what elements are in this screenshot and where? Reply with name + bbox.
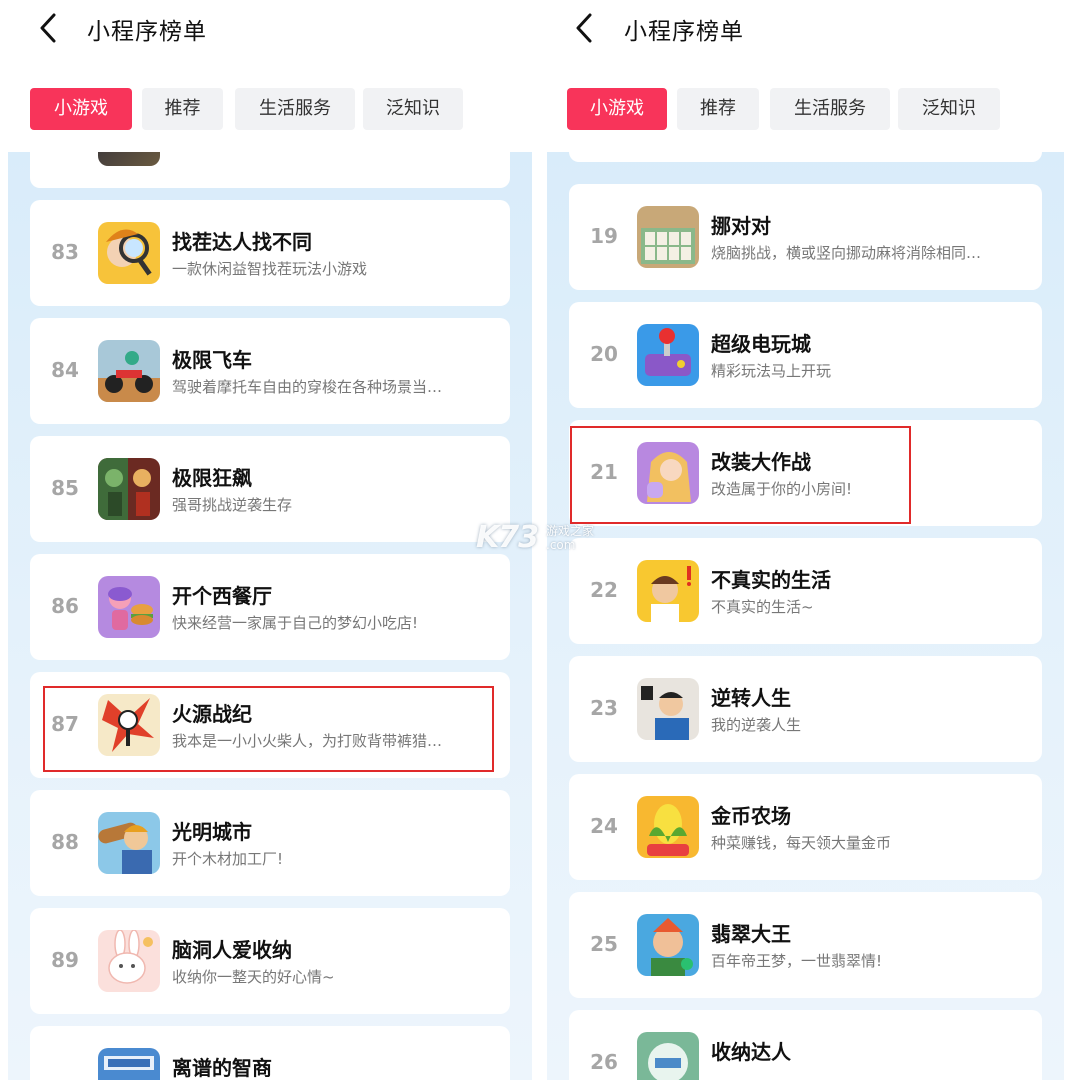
tab-life-services[interactable]: 生活服务 <box>235 88 355 130</box>
highlight-box <box>43 686 494 772</box>
app-desc: 收纳你一整天的好心情~ <box>172 968 335 986</box>
list-item[interactable]: 23 逆转人生 我的逆袭人生 <box>569 656 1042 762</box>
app-desc: 开个木材加工厂! <box>172 850 284 868</box>
app-name: 超级电玩城 <box>711 332 811 356</box>
rank-number: 22 <box>590 578 618 602</box>
app-name: 收纳达人 <box>711 1040 791 1064</box>
rank-number: 26 <box>590 1050 618 1074</box>
app-desc: 一款休闲益智找茬玩法小游戏 <box>172 260 368 278</box>
app-name: 光明城市 <box>172 820 252 844</box>
list-item[interactable]: 离谱的智商 <box>30 1026 510 1080</box>
ranking-list[interactable]: 83 找茬达人找不同 一款休闲益智找茬玩法小游戏 84 极限飞车 驾驶着摩托车自… <box>8 152 532 1080</box>
app-name: 极限飞车 <box>172 348 252 372</box>
rank-number: 19 <box>590 224 618 248</box>
app-desc: 精彩玩法马上开玩 <box>711 362 832 380</box>
list-item[interactable]: 83 找茬达人找不同 一款休闲益智找茬玩法小游戏 <box>30 200 510 306</box>
app-name: 金币农场 <box>711 804 791 828</box>
chevron-left-icon <box>576 13 592 43</box>
list-item[interactable]: 25 翡翠大王 百年帝王梦，一世翡翠情! <box>569 892 1042 998</box>
rank-number: 23 <box>590 696 618 720</box>
page-title: 小程序榜单 <box>624 19 744 45</box>
lumberjack-icon <box>98 812 160 874</box>
app-desc: 我的逆袭人生 <box>711 716 802 734</box>
header: 小程序榜单 <box>540 0 1080 60</box>
app-desc: 种菜赚钱，每天领大量金币 <box>711 834 892 852</box>
rank-number: 89 <box>51 948 79 972</box>
list-item[interactable]: 22 不真实的生活 不真实的生活~ <box>569 538 1042 644</box>
chevron-left-icon <box>40 13 56 43</box>
list-item[interactable]: 86 开个西餐厅 快来经营一家属于自己的梦幻小吃店! <box>30 554 510 660</box>
tab-knowledge[interactable]: 泛知识 <box>898 88 1000 130</box>
app-name: 翡翠大王 <box>711 922 791 946</box>
highlight-box <box>570 426 911 524</box>
back-button[interactable] <box>570 10 598 46</box>
watermark-text: 游戏之家 <box>546 524 595 538</box>
app-desc: 烧脑挑战，横或竖向挪动麻将消除相同… <box>711 244 982 262</box>
list-item[interactable]: 19 挪对对 烧脑挑战，横或竖向挪动麻将消除相同… <box>569 184 1042 290</box>
tab-recommended[interactable]: 推荐 <box>677 88 759 130</box>
mahjong-icon <box>637 206 699 268</box>
iq-game-icon <box>98 1048 160 1080</box>
back-button[interactable] <box>34 10 62 46</box>
tab-mini-games[interactable]: 小游戏 <box>567 88 667 130</box>
list-item[interactable]: 26 收纳达人 <box>569 1010 1042 1080</box>
app-desc: 不真实的生活~ <box>711 598 814 616</box>
rank-number: 25 <box>590 932 618 956</box>
list-item[interactable]: 20 超级电玩城 精彩玩法马上开玩 <box>569 302 1042 408</box>
list-item[interactable] <box>30 152 510 188</box>
app-desc: 驾驶着摩托车自由的穿梭在各种场景当… <box>172 378 443 396</box>
app-icon-partial <box>98 152 160 166</box>
list-item[interactable]: 88 光明城市 开个木材加工厂! <box>30 790 510 896</box>
rank-number: 83 <box>51 240 79 264</box>
burger-icon <box>98 576 160 638</box>
bunny-icon <box>98 930 160 992</box>
motorbike-icon <box>98 340 160 402</box>
list-item[interactable] <box>569 152 1042 162</box>
rank-number: 84 <box>51 358 79 382</box>
watermark: K73 游戏之家 .com <box>476 518 606 558</box>
tab-knowledge[interactable]: 泛知识 <box>363 88 463 130</box>
header: 小程序榜单 <box>0 0 540 60</box>
rank-number: 24 <box>590 814 618 838</box>
app-name: 不真实的生活 <box>711 568 831 592</box>
list-item[interactable]: 24 金币农场 种菜赚钱，每天领大量金币 <box>569 774 1042 880</box>
list-item[interactable]: 85 极限狂飙 强哥挑战逆袭生存 <box>30 436 510 542</box>
app-name: 逆转人生 <box>711 686 791 710</box>
app-name: 离谱的智商 <box>172 1056 272 1080</box>
magnifier-girl-icon <box>98 222 160 284</box>
watermark-domain: .com <box>546 538 576 552</box>
tab-mini-games[interactable]: 小游戏 <box>30 88 132 130</box>
rank-number: 86 <box>51 594 79 618</box>
list-item[interactable]: 84 极限飞车 驾驶着摩托车自由的穿梭在各种场景当… <box>30 318 510 424</box>
tab-life-services[interactable]: 生活服务 <box>770 88 890 130</box>
app-desc: 快来经营一家属于自己的梦幻小吃店! <box>172 614 419 632</box>
left-panel: 小程序榜单 小游戏 推荐 生活服务 泛知识 83 找茬达人找不同 一款休闲益智找… <box>0 0 540 1080</box>
brawl-icon <box>98 458 160 520</box>
corn-icon <box>637 796 699 858</box>
watermark-logo: K73 <box>476 520 539 555</box>
storage-icon <box>637 1032 699 1080</box>
app-name: 极限狂飙 <box>172 466 252 490</box>
chef-boy-icon <box>637 560 699 622</box>
page-title: 小程序榜单 <box>87 19 207 45</box>
app-name: 开个西餐厅 <box>172 584 272 608</box>
rank-number: 88 <box>51 830 79 854</box>
ranking-list[interactable]: 19 挪对对 烧脑挑战，横或竖向挪动麻将消除相同… 20 超级电玩城 精彩玩法马… <box>547 152 1064 1080</box>
list-item[interactable]: 89 脑洞人爱收纳 收纳你一整天的好心情~ <box>30 908 510 1014</box>
jade-king-icon <box>637 914 699 976</box>
app-desc: 百年帝王梦，一世翡翠情! <box>711 952 883 970</box>
app-name: 找茬达人找不同 <box>172 230 312 254</box>
app-name: 挪对对 <box>711 214 771 238</box>
app-desc: 强哥挑战逆袭生存 <box>172 496 293 514</box>
rank-number: 85 <box>51 476 79 500</box>
joystick-icon <box>637 324 699 386</box>
tab-recommended[interactable]: 推荐 <box>142 88 223 130</box>
right-panel: 小程序榜单 小游戏 推荐 生活服务 泛知识 19 挪对对 烧脑挑战，横或竖向挪动… <box>540 0 1080 1080</box>
app-name: 脑洞人爱收纳 <box>172 938 292 962</box>
rank-number: 20 <box>590 342 618 366</box>
man-portrait-icon <box>637 678 699 740</box>
